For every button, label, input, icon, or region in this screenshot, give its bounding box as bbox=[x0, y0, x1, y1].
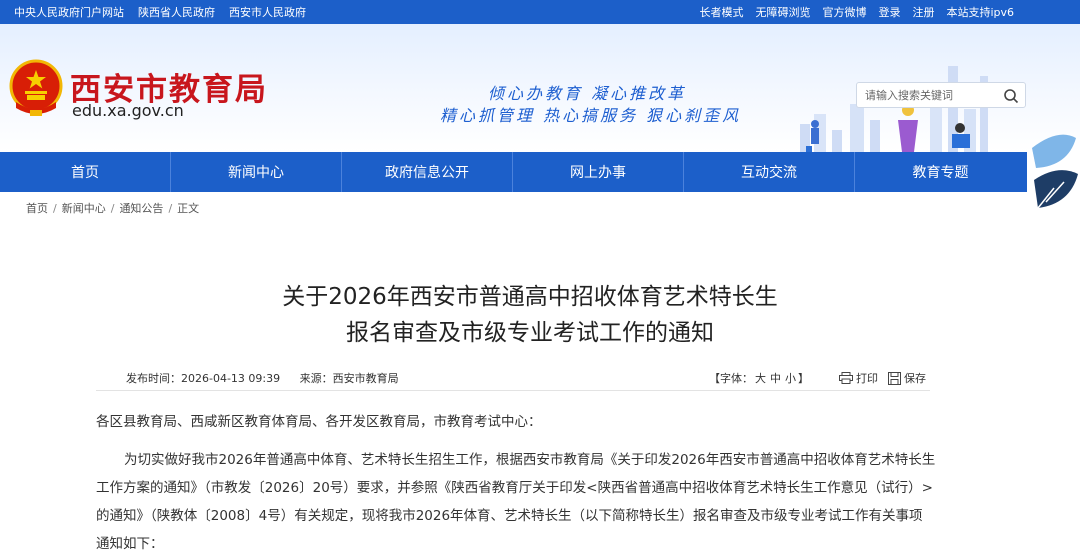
top-bar-links-right: 长者模式 无障碍浏览 官方微博 登录 注册 本站支持ipv6 bbox=[687, 0, 1014, 24]
article-salutation: 各区县教育局、西咸新区教育体育局、各开发区教育局，市教育考试中心： bbox=[96, 414, 542, 430]
breadcrumb-separator: / bbox=[110, 201, 115, 215]
breadcrumb-news-center[interactable]: 新闻中心 bbox=[62, 200, 106, 216]
top-bar: 中央人民政府门户网站 陕西省人民政府 西安市人民政府 长者模式 无障碍浏览 官方… bbox=[0, 0, 1080, 24]
link-accessibility[interactable]: 无障碍浏览 bbox=[755, 4, 810, 20]
link-weibo[interactable]: 官方微博 bbox=[822, 4, 866, 20]
search-input[interactable] bbox=[865, 86, 1003, 104]
article-title-line-1: 关于2026年西安市普通高中招收体育艺术特长生 bbox=[282, 284, 778, 310]
breadcrumb-current: 正文 bbox=[177, 202, 200, 215]
link-login[interactable]: 登录 bbox=[878, 4, 900, 20]
nav-news-center[interactable]: 新闻中心 bbox=[171, 152, 342, 192]
nav-interaction[interactable]: 互动交流 bbox=[684, 152, 855, 192]
printer-icon bbox=[839, 372, 853, 384]
breadcrumb-home[interactable]: 首页 bbox=[26, 200, 48, 216]
breadcrumb-notices[interactable]: 通知公告 bbox=[119, 200, 163, 216]
link-xian-gov[interactable]: 西安市人民政府 bbox=[229, 4, 306, 20]
link-register[interactable]: 注册 bbox=[912, 4, 934, 20]
print-button[interactable]: 打印 bbox=[839, 370, 878, 386]
nav-home[interactable]: 首页 bbox=[0, 152, 171, 192]
link-shaanxi-gov[interactable]: 陕西省人民政府 bbox=[138, 4, 215, 20]
ipv6-badge: 本站支持ipv6 bbox=[946, 6, 1014, 19]
main-nav: 首页 新闻中心 政府信息公开 网上办事 互动交流 教育专题 bbox=[0, 152, 1027, 192]
font-size-label: 【字体： bbox=[709, 372, 753, 385]
font-size-large[interactable]: 大 bbox=[755, 372, 766, 385]
link-elder-mode[interactable]: 长者模式 bbox=[699, 4, 743, 20]
font-size-control: 【字体：大中小】 bbox=[709, 370, 809, 386]
font-size-close: 】 bbox=[798, 372, 809, 385]
breadcrumb-separator: / bbox=[53, 201, 57, 215]
nav-education-topics[interactable]: 教育专题 bbox=[855, 152, 1026, 192]
top-bar-links-left: 中央人民政府门户网站 陕西省人民政府 西安市人民政府 bbox=[14, 0, 320, 24]
search-icon[interactable] bbox=[1003, 88, 1019, 104]
leaf-decoration bbox=[1032, 134, 1078, 209]
save-icon bbox=[888, 371, 901, 385]
save-label: 保存 bbox=[904, 372, 926, 385]
link-central-gov[interactable]: 中央人民政府门户网站 bbox=[14, 4, 124, 20]
article-meta: 发布时间：2026-04-13 09:39 来源：西安市教育局 【字体：大中小】… bbox=[96, 363, 930, 391]
site-header: 西安市教育局 edu.xa.gov.cn 倾心办教育 凝心推改革 精心抓管理 热… bbox=[0, 24, 1080, 152]
site-domain: edu.xa.gov.cn bbox=[72, 101, 184, 120]
font-size-medium[interactable]: 中 bbox=[770, 372, 781, 385]
slogan-line-2: 精心抓管理 热心搞服务 狠心刹歪风 bbox=[440, 106, 742, 125]
article-source: 来源：西安市教育局 bbox=[299, 372, 399, 385]
breadcrumb: 首页 / 新闻中心 / 通知公告 / 正文 bbox=[26, 200, 199, 216]
article-title-line-2: 报名审查及市级专业考试工作的通知 bbox=[346, 320, 714, 346]
font-size-small[interactable]: 小 bbox=[785, 372, 796, 385]
print-label: 打印 bbox=[856, 372, 878, 385]
publish-time: 发布时间：2026-04-13 09:39 bbox=[126, 372, 281, 385]
article-paragraph-1: 为切实做好我市2026年普通高中体育、艺术特长生招生工作，根据西安市教育局《关于… bbox=[96, 452, 936, 552]
nav-online-services[interactable]: 网上办事 bbox=[513, 152, 684, 192]
save-button[interactable]: 保存 bbox=[888, 370, 926, 386]
nav-gov-info[interactable]: 政府信息公开 bbox=[342, 152, 513, 192]
breadcrumb-separator: / bbox=[168, 201, 173, 215]
search-box[interactable] bbox=[856, 82, 1026, 108]
slogan-line-1: 倾心办教育 凝心推改革 bbox=[488, 84, 687, 103]
national-emblem-icon bbox=[9, 59, 63, 116]
